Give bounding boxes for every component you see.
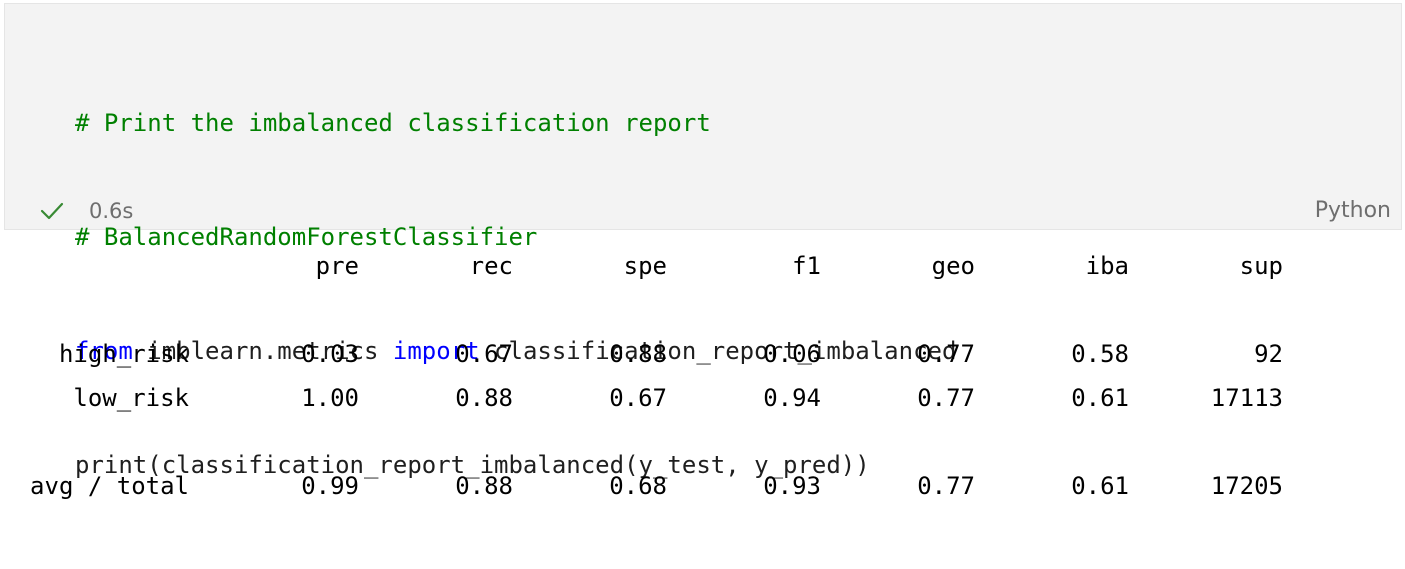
output-value: 0.88 bbox=[609, 340, 667, 368]
output-value: 92 bbox=[1254, 340, 1283, 368]
row-label: avg / total bbox=[30, 472, 189, 500]
column-header: pre bbox=[315, 252, 359, 280]
output-value: 1.00 bbox=[301, 384, 359, 412]
output-value: 0.03 bbox=[301, 340, 359, 368]
output-value: 0.77 bbox=[917, 384, 975, 412]
execution-time: 0.6s bbox=[89, 199, 134, 223]
output-value: 0.77 bbox=[917, 340, 975, 368]
output-value: 0.06 bbox=[763, 340, 821, 368]
column-header: geo bbox=[931, 252, 975, 280]
column-header: f1 bbox=[792, 252, 821, 280]
execution-status: 0.6s bbox=[39, 196, 133, 226]
column-header: sup bbox=[1239, 252, 1283, 280]
output-value: 0.58 bbox=[1071, 340, 1129, 368]
row-label: low_risk bbox=[73, 384, 189, 412]
cell-output: pre rec spe f1 geo iba sup high_risk 0.0… bbox=[0, 230, 1405, 569]
output-row-total: avg / total 0.99 0.88 0.68 0.93 0.77 0.6… bbox=[0, 472, 1405, 512]
output-value: 0.88 bbox=[455, 472, 513, 500]
output-value: 0.93 bbox=[763, 472, 821, 500]
output-value: 0.61 bbox=[1071, 472, 1129, 500]
column-header: spe bbox=[623, 252, 667, 280]
column-header: iba bbox=[1085, 252, 1129, 280]
output-value: 0.67 bbox=[455, 340, 513, 368]
output-value: 0.88 bbox=[455, 384, 513, 412]
row-label: high_risk bbox=[58, 340, 189, 368]
output-value: 0.67 bbox=[609, 384, 667, 412]
output-row-low-risk: low_risk 1.00 0.88 0.67 0.94 0.77 0.61 1… bbox=[0, 384, 1405, 424]
output-value: 0.61 bbox=[1071, 384, 1129, 412]
output-value: 17113 bbox=[1210, 384, 1283, 412]
output-value: 0.77 bbox=[917, 472, 975, 500]
output-row-high-risk: high_risk 0.03 0.67 0.88 0.06 0.77 0.58 … bbox=[0, 340, 1405, 380]
code-line-1: # Print the imbalanced classification re… bbox=[75, 104, 956, 142]
output-header-row: pre rec spe f1 geo iba sup bbox=[0, 252, 1405, 292]
column-header: rec bbox=[469, 252, 513, 280]
code-comment: # Print the imbalanced classification re… bbox=[75, 109, 711, 137]
output-value: 0.94 bbox=[763, 384, 821, 412]
check-icon bbox=[39, 198, 65, 224]
code-cell[interactable]: # Print the imbalanced classification re… bbox=[4, 3, 1402, 479]
output-value: 0.99 bbox=[301, 472, 359, 500]
output-value: 17205 bbox=[1210, 472, 1283, 500]
language-selector[interactable]: Python bbox=[1315, 198, 1391, 223]
output-value: 0.68 bbox=[609, 472, 667, 500]
